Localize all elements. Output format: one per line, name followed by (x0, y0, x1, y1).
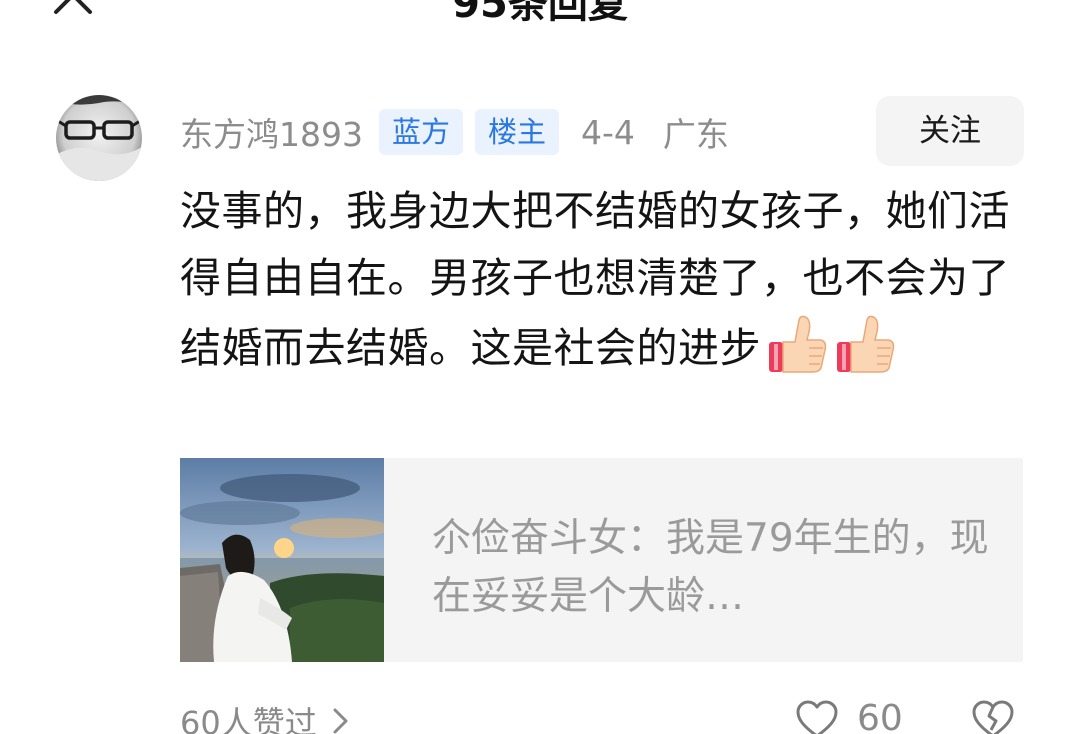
follow-button[interactable]: 关注 (876, 96, 1024, 166)
thumbs-up-icon (769, 315, 827, 373)
thumbs-up-icon (837, 315, 895, 373)
heart-icon (796, 700, 838, 734)
chevron-right-icon (333, 708, 348, 734)
like-button[interactable]: 60 (795, 698, 903, 734)
quoted-post-card[interactable]: 尒俭奋斗女：我是79年生的，现在妥妥是个大龄… (180, 458, 1023, 662)
likes-summary-text: 60人赞过 (180, 704, 317, 734)
broken-heart-icon (972, 700, 1014, 734)
dislike-button[interactable] (970, 698, 1016, 734)
likes-summary-link[interactable]: 60人赞过 (180, 698, 351, 734)
tag-original-poster: 楼主 (475, 109, 560, 155)
author-name[interactable]: 东方鸿1893 (180, 108, 363, 156)
author-row: 东方鸿1893 蓝方 楼主 4-4 广东 (180, 106, 729, 158)
comment-body: 没事的，我身边大把不结婚的女孩子，她们活得自由自在。男孩子也想清楚了，也不会为了… (180, 178, 1040, 382)
header: 95条回复 (0, 0, 1080, 36)
quoted-post-text: 尒俭奋斗女：我是79年生的，现在妥妥是个大龄… (432, 516, 989, 619)
woman-at-sunset-photo (180, 458, 384, 662)
page-title: 95条回复 (452, 0, 628, 27)
avatar[interactable] (56, 95, 142, 181)
like-count: 60 (857, 698, 903, 734)
avatar-glasses-image (56, 95, 142, 181)
tag-blue-side: 蓝方 (378, 109, 463, 155)
reply-thread-page: 95条回复 东方鸿1893 蓝方 楼主 4-4 广东 关注 没事的，我身边大把不… (0, 0, 1080, 734)
comment-date: 4-4 (581, 112, 635, 152)
comment-location: 广东 (662, 115, 729, 154)
